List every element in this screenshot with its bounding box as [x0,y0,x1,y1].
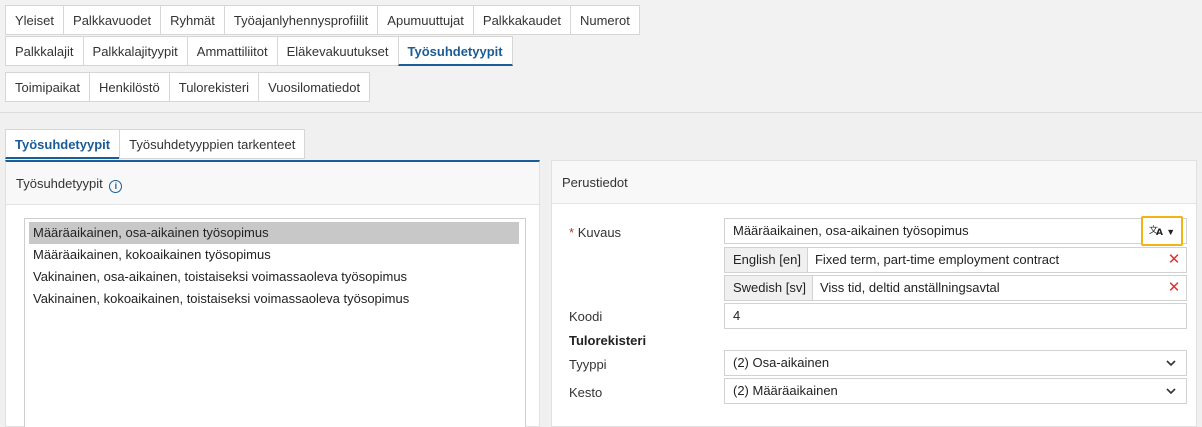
kuvaus-input[interactable]: Määräaikainen, osa-aikainen työsopimus 文… [724,216,1187,246]
chevron-down-icon [1165,379,1177,411]
tyyppi-label: Tyyppi [569,357,607,372]
subtab-tyosuhdetyyppien-tarkenteet[interactable]: Työsuhdetyyppien tarkenteet [119,129,306,159]
tab-apumuuttujat[interactable]: Apumuuttujat [377,5,474,35]
tyyppi-select[interactable]: (2) Osa-aikainen [724,350,1187,376]
chevron-down-icon: ▼ [1166,227,1176,237]
translation-row-sv: Swedish [sv] Viss tid, deltid anställnin… [724,275,1187,301]
translate-icon: 文 A [1149,224,1166,238]
panel-header: Työsuhdetyypit i [6,162,539,205]
info-icon[interactable]: i [109,180,123,193]
tab-row-2: Palkkalajit Palkkalajityypit Ammattiliit… [5,36,513,66]
required-mark: * [569,225,575,240]
list-item[interactable]: Vakinainen, kokoaikainen, toistaiseksi v… [29,288,519,310]
tab-elakevakuutukset[interactable]: Eläkevakuutukset [276,36,399,66]
panel-title: Työsuhdetyypit [16,176,103,191]
translation-row-en: English [en] Fixed term, part-time emplo… [724,247,1187,273]
panel-header: Perustiedot [552,161,1196,204]
tab-numerot[interactable]: Numerot [569,5,640,35]
koodi-label: Koodi [569,309,603,324]
tab-palkkavuodet[interactable]: Palkkavuodet [63,5,162,35]
translation-input[interactable]: Viss tid, deltid anställningsavtal [813,276,1162,300]
kuvaus-label: * Kuvaus [569,225,622,240]
close-icon[interactable]: ✕ [1162,276,1186,300]
tab-palkkalajit[interactable]: Palkkalajit [5,36,84,66]
tab-toimipaikat[interactable]: Toimipaikat [5,72,91,102]
tab-row-3: Toimipaikat Henkilöstö Tulorekisteri Vuo… [5,72,371,102]
employment-type-list[interactable]: Määräaikainen, osa-aikainen työsopimus M… [24,218,526,427]
settings-tab-area: Yleiset Palkkavuodet Ryhmät Työajanlyhen… [0,0,1202,113]
tab-henkilosto[interactable]: Henkilöstö [89,72,170,102]
kesto-label: Kesto [569,385,603,400]
tab-palkkalajityypit[interactable]: Palkkalajityypit [82,36,188,66]
close-icon[interactable]: ✕ [1162,248,1186,272]
list-item[interactable]: Määräaikainen, osa-aikainen työsopimus [29,222,519,244]
tab-tyosuhdetyypit[interactable]: Työsuhdetyypit [397,36,513,66]
employment-types-panel: Työsuhdetyypit i Määräaikainen, osa-aika… [5,160,540,427]
tab-ryhmat[interactable]: Ryhmät [160,5,225,35]
tab-row-1: Yleiset Palkkavuodet Ryhmät Työajanlyhen… [5,5,640,35]
tab-palkkakaudet[interactable]: Palkkakaudet [472,5,571,35]
lang-tag: English [en] [725,248,808,272]
translation-input[interactable]: Fixed term, part-time employment contrac… [808,248,1162,272]
koodi-input[interactable]: 4 [724,303,1187,329]
translate-button[interactable]: 文 A ▼ [1141,216,1183,246]
panel-title: Perustiedot [562,175,628,190]
tab-yleiset[interactable]: Yleiset [5,5,65,35]
tab-tulorekisteri[interactable]: Tulorekisteri [168,72,260,102]
tab-ammattiliitot[interactable]: Ammattiliitot [186,36,278,66]
tab-vuosilomatiedot[interactable]: Vuosilomatiedot [258,72,371,102]
subtab-tyosuhdetyypit[interactable]: Työsuhdetyypit [5,129,121,159]
sub-tabs: Työsuhdetyypit Työsuhdetyyppien tarkente… [5,129,306,159]
basic-info-panel: Perustiedot * Kuvaus Määräaikainen, osa-… [551,160,1197,427]
svg-text:A: A [1156,228,1163,236]
tab-tyoajanlyhennysprofiilit[interactable]: Työajanlyhennysprofiilit [223,5,379,35]
section-title-tulorekisteri: Tulorekisteri [569,333,647,348]
list-item[interactable]: Määräaikainen, kokoaikainen työsopimus [29,244,519,266]
kesto-select[interactable]: (2) Määräaikainen [724,378,1187,404]
lang-tag: Swedish [sv] [725,276,813,300]
list-item[interactable]: Vakinainen, osa-aikainen, toistaiseksi v… [29,266,519,288]
